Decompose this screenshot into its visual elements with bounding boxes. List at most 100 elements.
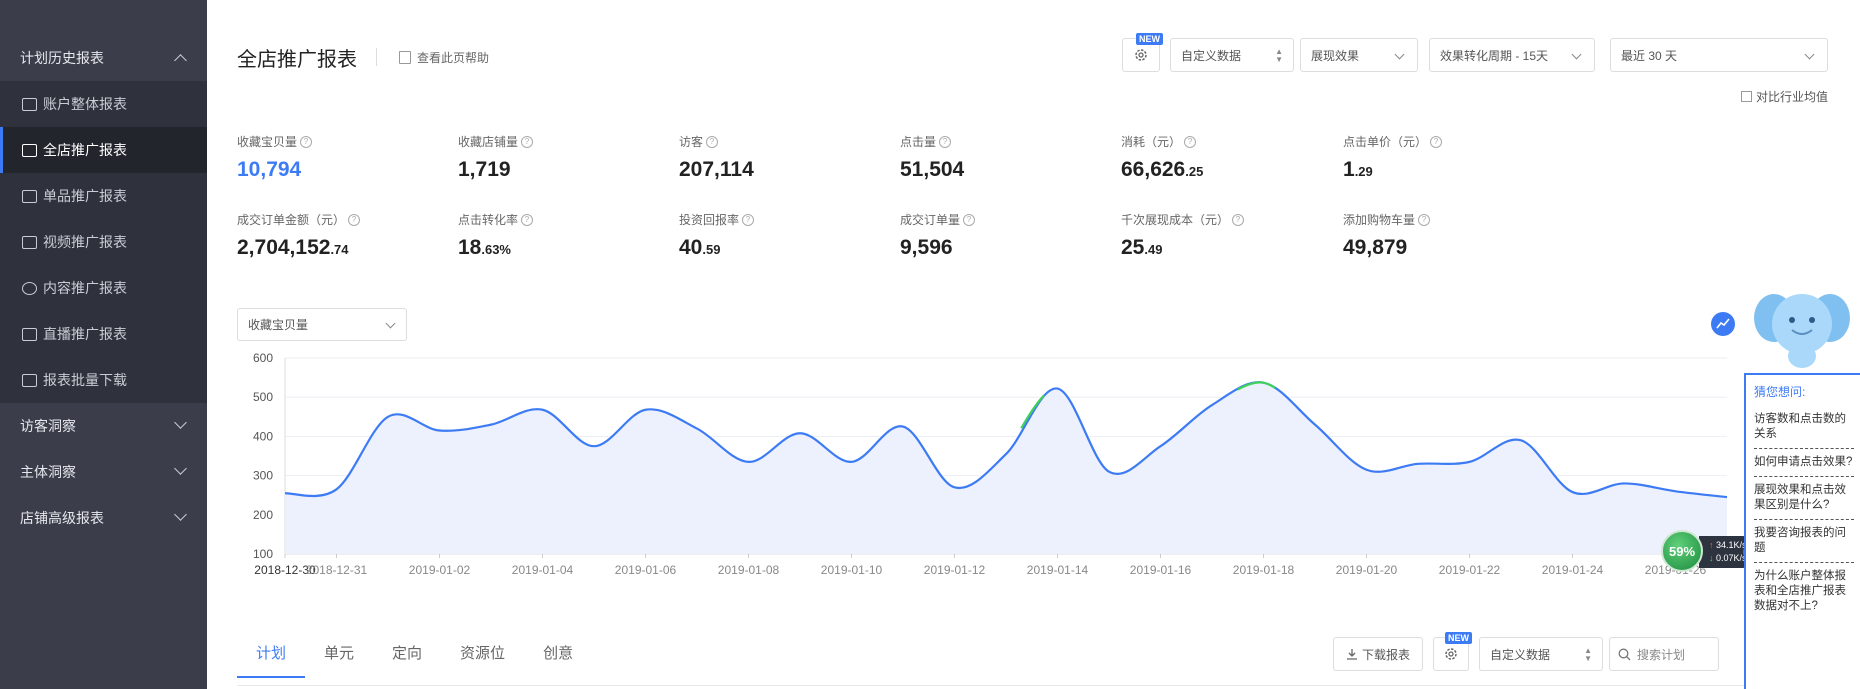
help-icon[interactable]: ? xyxy=(706,135,719,148)
assistant-heading: 猜您想问: xyxy=(1754,385,1806,399)
x-tick-label: 2019-01-22 xyxy=(1439,563,1501,577)
compare-checkbox[interactable] xyxy=(1741,91,1752,102)
document-icon xyxy=(399,51,411,64)
select-value: 效果转化周期 - 15天 xyxy=(1440,48,1549,63)
chart-metric-select[interactable]: 收藏宝贝量 xyxy=(237,308,407,341)
assistant-question[interactable]: 访客数和点击数的关系 xyxy=(1754,406,1854,449)
tab-targeting[interactable]: 定向 xyxy=(373,630,441,675)
sidebar-item-single-report[interactable]: 单品推广报表 xyxy=(0,173,207,219)
sidebar-item-label: 单品推广报表 xyxy=(43,188,127,204)
table-custom-data-select[interactable]: 自定义数据 ▲ ▼ xyxy=(1479,637,1603,671)
arrow-up-icon: ↑ xyxy=(1709,540,1714,550)
page-title: 全店推广报表 xyxy=(237,49,357,71)
metric-card: 消耗（元）? 66,626.25 xyxy=(1121,133,1203,182)
help-icon[interactable]: ? xyxy=(1430,135,1443,148)
metric-label-text: 访客 xyxy=(679,135,704,149)
new-badge: NEW xyxy=(1136,33,1163,45)
help-icon[interactable]: ? xyxy=(348,213,361,226)
chevron-down-icon xyxy=(174,462,187,475)
help-icon[interactable]: ? xyxy=(300,135,313,148)
metric-value-dec: .63% xyxy=(481,242,511,257)
download-icon xyxy=(1346,649,1357,660)
search-input[interactable]: 搜索计划 xyxy=(1609,637,1719,671)
tab-resource[interactable]: 资源位 xyxy=(441,630,524,675)
help-icon[interactable]: ? xyxy=(1232,213,1245,226)
sidebar-item-label: 账户整体报表 xyxy=(43,96,127,112)
metric-value-dec: .29 xyxy=(1354,164,1373,179)
arrow-down-icon: ↓ xyxy=(1709,553,1714,563)
x-tick-label: 2019-01-10 xyxy=(821,563,883,577)
metric-value-int: 207,114 xyxy=(679,158,754,181)
sidebar-group-subject-insight[interactable]: 主体洞察 xyxy=(0,449,207,495)
help-icon[interactable]: ? xyxy=(963,213,976,226)
metric-value: 25.49 xyxy=(1121,236,1244,260)
metric-value-int: 1,719 xyxy=(458,158,511,181)
metric-value-int: 9,596 xyxy=(900,236,953,259)
metric-value-int: 1 xyxy=(1343,158,1355,181)
new-badge: NEW xyxy=(1445,632,1472,644)
help-icon[interactable]: ? xyxy=(1418,213,1431,226)
report-icon xyxy=(22,97,37,111)
assistant-question[interactable]: 展现效果和点击效果区别是什么? xyxy=(1754,477,1854,520)
metric-label: 千次展现成本（元）? xyxy=(1121,211,1245,228)
assistant-question[interactable]: 我要咨询报表的问题 xyxy=(1754,520,1854,563)
settings-button[interactable]: NEW xyxy=(1122,33,1163,72)
metric-card: 千次展现成本（元）? 25.49 xyxy=(1121,211,1245,260)
help-icon[interactable]: ? xyxy=(1184,135,1197,148)
sidebar-group-shop-advanced[interactable]: 店铺高级报表 xyxy=(0,495,207,541)
chevron-down-icon xyxy=(174,416,187,429)
metric-label-text: 点击转化率 xyxy=(458,213,519,227)
x-tick-label: 2019-01-12 xyxy=(924,563,986,577)
metric-card: 成交订单量? 9,596 xyxy=(900,211,976,260)
network-speed-widget[interactable]: ↑ 34.1K/s ↓ 0.07K/s 59% + xyxy=(1661,530,1759,572)
sidebar-item-account-report[interactable]: 账户整体报表 xyxy=(0,81,207,127)
assistant-question[interactable]: 如何申请点击效果? xyxy=(1754,449,1854,477)
sidebar-item-live-report[interactable]: 直播推广报表 xyxy=(0,311,207,357)
shop-icon xyxy=(22,143,37,157)
tab-creative[interactable]: 创意 xyxy=(524,630,592,675)
gear-icon xyxy=(1135,49,1147,61)
elephant-mascot-icon[interactable] xyxy=(1752,278,1852,376)
metric-card: 点击量? 51,504 xyxy=(900,133,964,182)
line-chart-icon xyxy=(1716,318,1730,329)
tab-unit[interactable]: 单元 xyxy=(305,630,373,675)
content-icon xyxy=(22,281,37,295)
bag-icon xyxy=(22,189,37,203)
sidebar-item-shop-report[interactable]: 全店推广报表 xyxy=(0,127,207,173)
custom-data-select[interactable]: 自定义数据 ▲ ▼ xyxy=(1170,38,1294,72)
x-tick-label: 2018-12-31 xyxy=(306,563,368,577)
line-chart-toggle[interactable] xyxy=(1711,312,1735,336)
help-icon[interactable]: ? xyxy=(521,213,534,226)
help-icon[interactable]: ? xyxy=(521,135,534,148)
x-tick-label: 2019-01-06 xyxy=(615,563,677,577)
help-icon[interactable]: ? xyxy=(742,213,755,226)
select-value: 展现效果 xyxy=(1311,48,1360,63)
table-settings-button[interactable]: NEW xyxy=(1433,632,1472,671)
metric-value-dec: .74 xyxy=(330,242,349,257)
sidebar-group-visitor-insight[interactable]: 访客洞察 xyxy=(0,403,207,449)
conversion-period-select[interactable]: 效果转化周期 - 15天 xyxy=(1429,38,1595,72)
tab-plan[interactable]: 计划 xyxy=(237,630,306,678)
sort-icon: ▲ ▼ xyxy=(1584,646,1592,663)
display-effect-select[interactable]: 展现效果 xyxy=(1300,38,1418,72)
sidebar-item-content-report[interactable]: 内容推广报表 xyxy=(0,265,207,311)
metric-value-dec: .59 xyxy=(702,242,721,257)
date-range-select[interactable]: 最近 30 天 xyxy=(1610,38,1828,72)
sidebar-item-video-report[interactable]: 视频推广报表 xyxy=(0,219,207,265)
assistant-question[interactable]: 为什么账户整体报表和全店推广报表数据对不上? xyxy=(1754,563,1854,620)
video-icon xyxy=(22,235,37,249)
select-value: 收藏宝贝量 xyxy=(248,318,309,332)
y-tick-label: 500 xyxy=(253,390,273,404)
help-link[interactable]: 查看此页帮助 xyxy=(399,49,489,66)
select-value: 自定义数据 xyxy=(1181,48,1242,63)
metric-value-dec: .49 xyxy=(1144,242,1163,257)
help-icon[interactable]: ? xyxy=(939,135,952,148)
metric-value: 9,596 xyxy=(900,236,975,260)
sidebar: 计划历史报表 账户整体报表 全店推广报表 单品推广报表 视频推广报表 内容推广报… xyxy=(0,0,207,689)
metric-value: 2,704,152.74 xyxy=(237,236,360,260)
compare-industry-toggle[interactable]: 对比行业均值 xyxy=(1741,88,1828,105)
download-report-button[interactable]: 下载报表 xyxy=(1333,637,1423,671)
sidebar-item-batch-download[interactable]: 报表批量下载 xyxy=(0,357,207,403)
sidebar-item-label: 报表批量下载 xyxy=(43,372,127,388)
sidebar-group-plan-history[interactable]: 计划历史报表 xyxy=(0,35,207,81)
